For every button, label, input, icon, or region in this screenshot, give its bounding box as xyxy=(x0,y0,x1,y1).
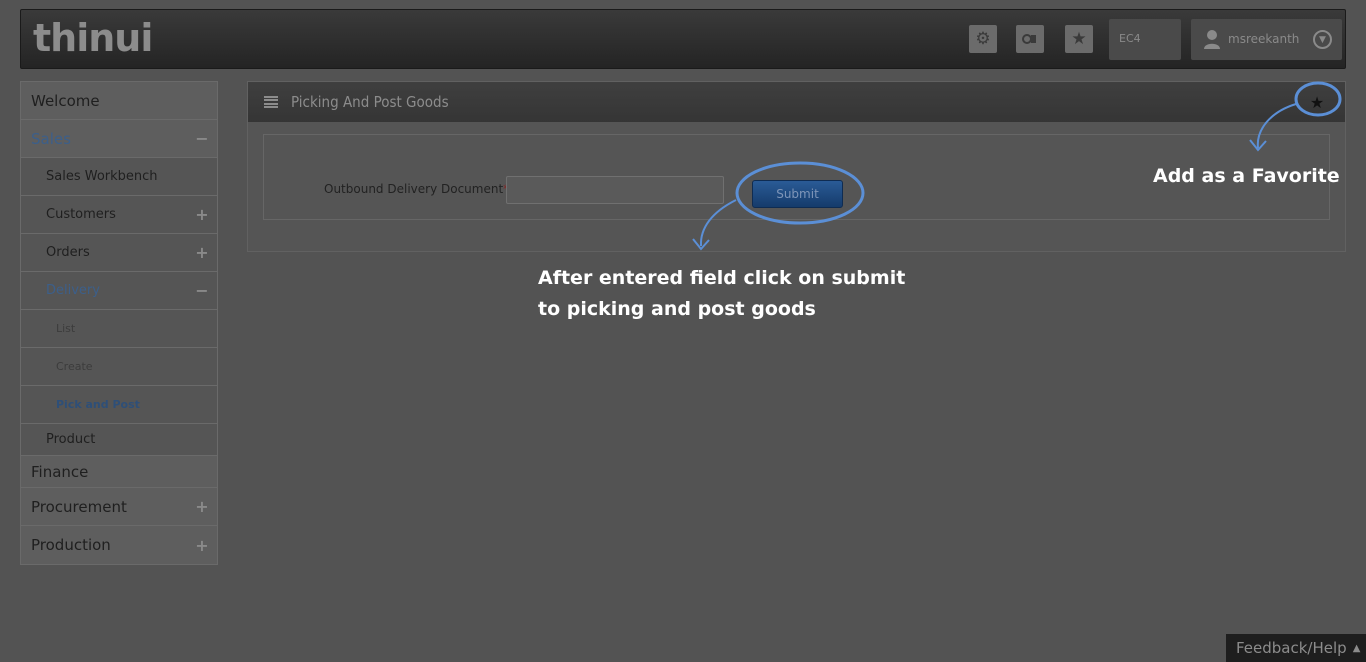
favorite-arrow xyxy=(1256,103,1297,149)
favorite-highlight-circle xyxy=(1294,81,1342,117)
annotation-overlay xyxy=(692,81,1342,251)
submit-annotation-line2: to picking and post goods xyxy=(538,298,816,320)
submit-arrow xyxy=(699,199,737,247)
submit-highlight-circle xyxy=(735,161,865,225)
feedback-help-tab[interactable]: Feedback/Help ▲ xyxy=(1226,634,1366,662)
favorite-annotation: Add as a Favorite xyxy=(1153,165,1340,187)
feedback-label: Feedback/Help xyxy=(1236,639,1347,657)
chevron-up-icon: ▲ xyxy=(1352,642,1361,654)
submit-annotation-line1: After entered field click on submit xyxy=(538,267,906,289)
